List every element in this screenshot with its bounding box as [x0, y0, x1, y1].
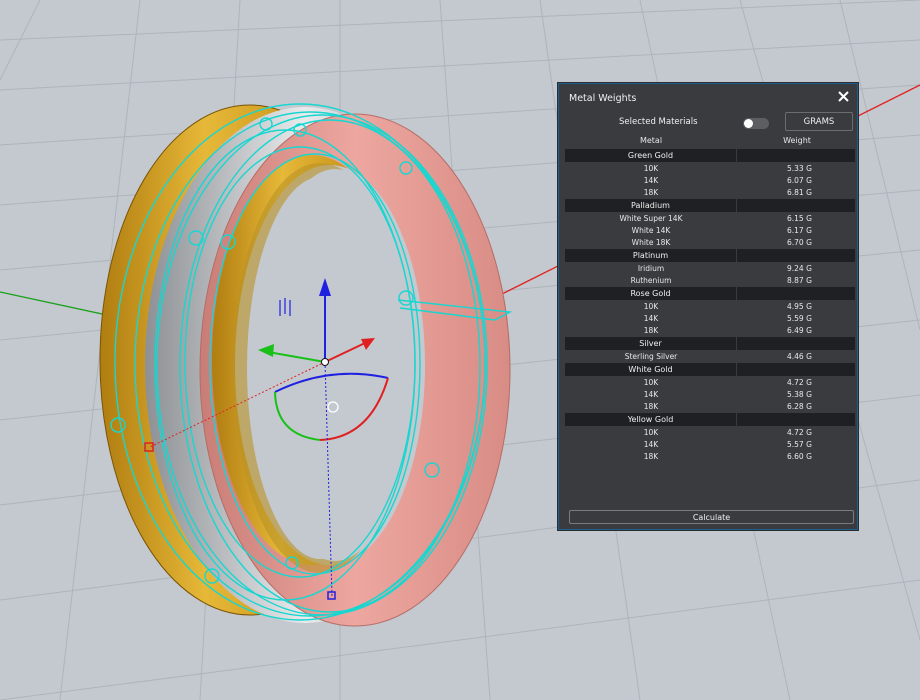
group-name: Green Gold: [565, 149, 737, 162]
table-row: 18K 6.81 G: [565, 187, 855, 199]
metal-name: White 14K: [631, 226, 671, 235]
metal-weight: 4.72 G: [787, 428, 812, 437]
panel-title: Metal Weights: [569, 93, 637, 104]
metal-name: White 18K: [631, 238, 671, 247]
table-row: 14K 5.38 G: [565, 389, 855, 401]
table-row: 14K 6.07 G: [565, 175, 855, 187]
table-row: 14K 5.57 G: [565, 439, 855, 451]
group-weight-cell: [737, 413, 855, 426]
close-button[interactable]: [834, 87, 852, 105]
group-weight-cell: [737, 199, 855, 212]
metal-weight: 4.46 G: [787, 352, 812, 361]
group-name: Rose Gold: [565, 287, 737, 300]
weights-table: Green Gold 10K 5.33 G 14K 6.07 G 18K 6.81 G Pal…: [565, 149, 855, 463]
metal-name: 10K: [643, 428, 659, 437]
group-weight-cell: [737, 337, 855, 350]
metal-name: 10K: [643, 302, 659, 311]
ring-model: [99, 104, 511, 627]
table-row: 18K 6.28 G: [565, 401, 855, 413]
table-header: Metal Weight: [565, 136, 855, 148]
table-row: White Super 14K 6.15 G: [565, 213, 855, 225]
metal-name: 18K: [643, 326, 659, 335]
metal-weight: 6.81 G: [787, 188, 812, 197]
group-row: Platinum: [565, 249, 855, 262]
table-row: 18K 6.60 G: [565, 451, 855, 463]
metal-weight: 8.87 G: [787, 276, 812, 285]
metal-name: 14K: [643, 390, 659, 399]
column-header-metal: Metal: [639, 136, 663, 145]
table-row: Sterling Silver 4.46 G: [565, 351, 855, 363]
metal-name: Iridium: [637, 264, 665, 273]
metal-name: 10K: [643, 164, 659, 173]
selected-materials-label: Selected Materials: [619, 117, 698, 127]
metal-weight: 6.49 G: [787, 326, 812, 335]
metal-weight: 6.70 G: [787, 238, 812, 247]
metal-weight: 4.72 G: [787, 378, 812, 387]
units-button[interactable]: GRAMS: [785, 112, 853, 131]
metal-name: 14K: [643, 176, 659, 185]
calculate-button[interactable]: Calculate: [569, 510, 854, 524]
group-row: Palladium: [565, 199, 855, 212]
metal-name: 18K: [643, 402, 659, 411]
table-row: White 14K 6.17 G: [565, 225, 855, 237]
table-row: 14K 5.59 G: [565, 313, 855, 325]
group-row: Green Gold: [565, 149, 855, 162]
metal-weight: 5.59 G: [787, 314, 812, 323]
group-name: Palladium: [565, 199, 737, 212]
group-name: White Gold: [565, 363, 737, 376]
table-row: Iridium 9.24 G: [565, 263, 855, 275]
group-row: Silver: [565, 337, 855, 350]
table-row: 10K 4.72 G: [565, 427, 855, 439]
metal-weight: 5.38 G: [787, 390, 812, 399]
metal-weights-panel: Metal Weights Selected Materials GRAMS M…: [558, 83, 858, 530]
metal-name: 14K: [643, 440, 659, 449]
metal-weight: 5.33 G: [787, 164, 812, 173]
toggle-knob: [744, 119, 753, 128]
metal-weight: 5.57 G: [787, 440, 812, 449]
group-name: Yellow Gold: [565, 413, 737, 426]
group-weight-cell: [737, 287, 855, 300]
metal-name: 18K: [643, 188, 659, 197]
table-row: 18K 6.49 G: [565, 325, 855, 337]
group-row: White Gold: [565, 363, 855, 376]
metal-weight: 6.60 G: [787, 452, 812, 461]
group-name: Platinum: [565, 249, 737, 262]
close-icon: [837, 90, 849, 102]
table-row: 10K 4.95 G: [565, 301, 855, 313]
group-weight-cell: [737, 363, 855, 376]
table-row: Ruthenium 8.87 G: [565, 275, 855, 287]
table-row: 10K 4.72 G: [565, 377, 855, 389]
metal-weight: 6.07 G: [787, 176, 812, 185]
metal-name: 18K: [643, 452, 659, 461]
table-row: 10K 5.33 G: [565, 163, 855, 175]
metal-name: Sterling Silver: [624, 352, 678, 361]
group-weight-cell: [737, 149, 855, 162]
metal-name: Ruthenium: [630, 276, 672, 285]
group-weight-cell: [737, 249, 855, 262]
selected-materials-toggle[interactable]: [743, 118, 769, 129]
metal-weight: 6.28 G: [787, 402, 812, 411]
metal-weight: 9.24 G: [787, 264, 812, 273]
group-row: Yellow Gold: [565, 413, 855, 426]
column-header-weight: Weight: [783, 136, 811, 145]
metal-name: 14K: [643, 314, 659, 323]
metal-weight: 6.15 G: [787, 214, 812, 223]
table-row: White 18K 6.70 G: [565, 237, 855, 249]
metal-weight: 6.17 G: [787, 226, 812, 235]
metal-name: White Super 14K: [619, 214, 683, 223]
metal-name: 10K: [643, 378, 659, 387]
group-name: Silver: [565, 337, 737, 350]
group-row: Rose Gold: [565, 287, 855, 300]
metal-weight: 4.95 G: [787, 302, 812, 311]
